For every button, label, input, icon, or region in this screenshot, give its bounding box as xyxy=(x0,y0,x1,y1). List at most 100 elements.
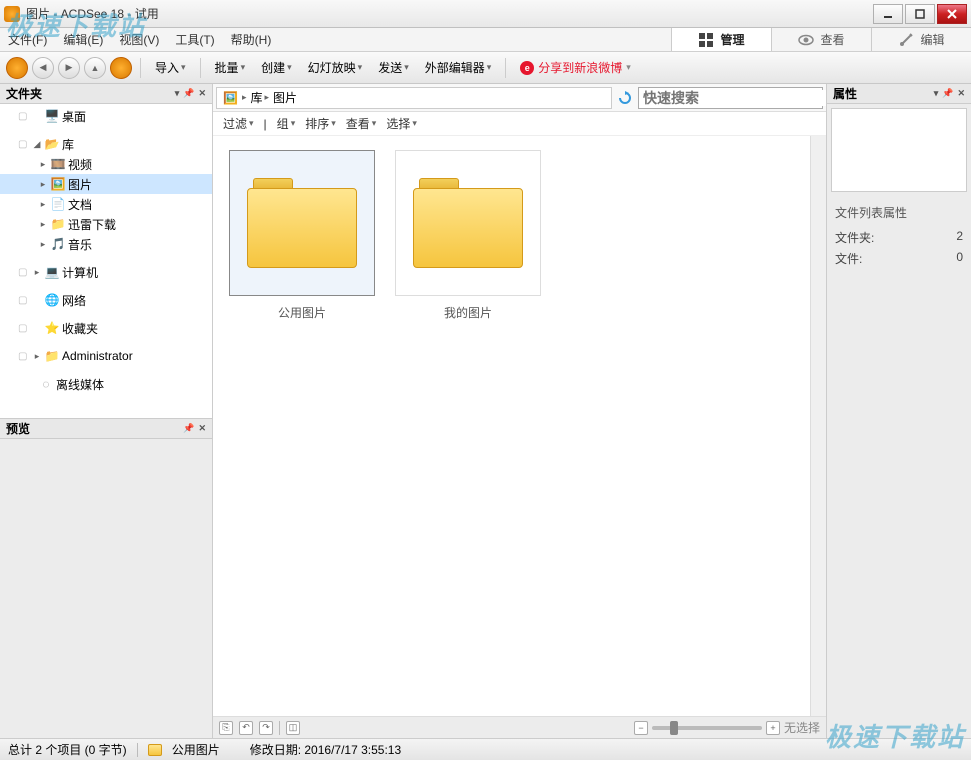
expand-icon[interactable]: ▸ xyxy=(32,267,42,278)
menu-bar: 文件(F) 编辑(E) 视图(V) 工具(T) 帮助(H) 管理 查看 编辑 xyxy=(0,28,971,52)
thumbnail-area[interactable]: 公用图片 我的图片 xyxy=(213,136,826,716)
group-dropdown[interactable]: 组▾ xyxy=(277,115,296,132)
thumb-label: 公用图片 xyxy=(278,304,326,321)
shield-icon: ▢ xyxy=(18,111,30,122)
tree-pictures[interactable]: ▸🖼️图片 xyxy=(0,174,212,194)
vertical-scrollbar[interactable] xyxy=(810,136,826,716)
tree-documents[interactable]: ▸📄文档 xyxy=(0,194,212,214)
favorites-folder-icon: ⭐ xyxy=(44,320,60,336)
search-input[interactable] xyxy=(639,90,843,106)
folder-tree: ▢🖥️桌面 ▢◢📂库 ▸🎞️视频 ▸🖼️图片 ▸📄文档 ▸📁迅雷下载 ▸🎵音乐 … xyxy=(0,104,212,418)
mode-manage[interactable]: 管理 xyxy=(671,28,771,51)
home-button[interactable] xyxy=(6,57,28,79)
tree-network[interactable]: ▢🌐网络 xyxy=(0,290,212,310)
external-editor-dropdown[interactable]: 外部编辑器▾ xyxy=(419,57,498,78)
mode-manage-label: 管理 xyxy=(720,31,744,48)
maximize-button[interactable] xyxy=(905,4,935,24)
mode-edit[interactable]: 编辑 xyxy=(871,28,971,51)
send-dropdown[interactable]: 发送▾ xyxy=(372,57,415,78)
title-bar: 图片 - ACDSee 18 - 试用 xyxy=(0,0,971,28)
tree-favorites[interactable]: ▢⭐收藏夹 xyxy=(0,318,212,338)
nav-button[interactable] xyxy=(110,57,132,79)
collapse-icon[interactable]: ◢ xyxy=(32,139,42,150)
rotate-left-button[interactable]: ↶ xyxy=(239,721,253,735)
compare-button[interactable]: ◫ xyxy=(286,721,300,735)
tag-button[interactable]: ⎘ xyxy=(219,721,233,735)
folders-pane-header: 文件夹 ▾📌✕ xyxy=(0,84,212,104)
view-dropdown[interactable]: 查看▾ xyxy=(346,115,377,132)
forward-button[interactable]: ▶ xyxy=(58,57,80,79)
share-weibo-button[interactable]: e 分享到新浪微博▾ xyxy=(514,59,637,76)
close-button[interactable] xyxy=(937,4,967,24)
expand-icon[interactable]: ▸ xyxy=(32,351,42,362)
music-icon: 🎵 xyxy=(50,236,66,252)
pin-icon[interactable]: 📌 xyxy=(183,88,194,99)
back-button[interactable]: ◀ xyxy=(32,57,54,79)
tree-offline[interactable]: ◌离线媒体 xyxy=(0,374,212,394)
document-icon: 📄 xyxy=(50,196,66,212)
zoom-slider[interactable] xyxy=(652,726,762,730)
pane-dropdown-icon[interactable]: ▾ xyxy=(175,88,180,99)
menu-help[interactable]: 帮助(H) xyxy=(223,28,280,51)
shield-icon: ▢ xyxy=(18,323,30,334)
properties-pane-header: 属性 ▾📌✕ xyxy=(827,84,971,104)
breadcrumb-path[interactable]: 🖼️ ▸ 库▸ 图片 xyxy=(216,87,612,109)
pin-icon[interactable]: 📌 xyxy=(183,423,194,434)
weibo-icon: e xyxy=(520,61,534,75)
pane-close-icon[interactable]: ✕ xyxy=(198,423,206,434)
select-dropdown[interactable]: 选择▾ xyxy=(386,115,417,132)
thumb-my-pictures[interactable]: 我的图片 xyxy=(393,150,543,321)
menu-tools[interactable]: 工具(T) xyxy=(167,28,222,51)
tree-xunlei[interactable]: ▸📁迅雷下载 xyxy=(0,214,212,234)
tree-library[interactable]: ▢◢📂库 xyxy=(0,134,212,154)
menu-edit[interactable]: 编辑(E) xyxy=(55,28,111,51)
pane-close-icon[interactable]: ✕ xyxy=(198,88,206,99)
expand-icon[interactable]: ▸ xyxy=(38,179,48,190)
thumb-public-pictures[interactable]: 公用图片 xyxy=(227,150,377,321)
rotate-right-button[interactable]: ↷ xyxy=(259,721,273,735)
tree-desktop[interactable]: ▢🖥️桌面 xyxy=(0,106,212,126)
folder-icon xyxy=(148,744,162,756)
expand-icon[interactable]: ▸ xyxy=(38,199,48,210)
sort-dropdown[interactable]: 排序▾ xyxy=(305,115,336,132)
user-folder-icon: 📁 xyxy=(44,348,60,364)
import-dropdown[interactable]: 导入▾ xyxy=(149,57,192,78)
pane-close-icon[interactable]: ✕ xyxy=(957,88,965,99)
filter-dropdown[interactable]: 过滤▾ xyxy=(223,115,254,132)
zoom-in-button[interactable]: + xyxy=(766,721,780,735)
thumb-label: 我的图片 xyxy=(444,304,492,321)
breadcrumb-pics[interactable]: 图片 xyxy=(273,89,297,106)
expand-icon[interactable]: ▸ xyxy=(38,159,48,170)
mode-view[interactable]: 查看 xyxy=(771,28,871,51)
zoom-out-button[interactable]: − xyxy=(634,721,648,735)
preview-pane-header: 预览 📌✕ xyxy=(0,419,212,439)
prop-folder-count: 2 xyxy=(956,229,963,246)
pane-dropdown-icon[interactable]: ▾ xyxy=(934,88,939,99)
menu-view[interactable]: 视图(V) xyxy=(111,28,167,51)
zoom-label: 无选择 xyxy=(784,719,820,736)
grid-icon xyxy=(698,32,714,48)
tree-computer[interactable]: ▢▸💻计算机 xyxy=(0,262,212,282)
minimize-button[interactable] xyxy=(873,4,903,24)
tree-video[interactable]: ▸🎞️视频 xyxy=(0,154,212,174)
menu-file[interactable]: 文件(F) xyxy=(0,28,55,51)
shield-icon: ▢ xyxy=(18,267,30,278)
expand-icon[interactable]: ▸ xyxy=(38,239,48,250)
expand-icon[interactable]: ▸ xyxy=(38,219,48,230)
slideshow-dropdown[interactable]: 幻灯放映▾ xyxy=(302,57,369,78)
download-folder-icon: 📁 xyxy=(50,216,66,232)
refresh-button[interactable] xyxy=(615,88,635,108)
eye-icon xyxy=(798,32,814,48)
create-dropdown[interactable]: 创建▾ xyxy=(255,57,298,78)
offline-icon: ◌ xyxy=(38,376,54,392)
video-icon: 🎞️ xyxy=(50,156,66,172)
quick-search[interactable]: ▾ xyxy=(638,87,823,109)
pin-icon[interactable]: 📌 xyxy=(942,88,953,99)
breadcrumb-lib[interactable]: 库▸ xyxy=(250,89,269,106)
tree-music[interactable]: ▸🎵音乐 xyxy=(0,234,212,254)
status-bar: 总计 2 个项目 (0 字节) 公用图片 修改日期: 2016/7/17 3:5… xyxy=(0,738,971,760)
tree-admin[interactable]: ▢▸📁Administrator xyxy=(0,346,212,366)
prop-folder-label: 文件夹: xyxy=(835,229,874,246)
batch-dropdown[interactable]: 批量▾ xyxy=(209,57,252,78)
up-button[interactable]: ▲ xyxy=(84,57,106,79)
